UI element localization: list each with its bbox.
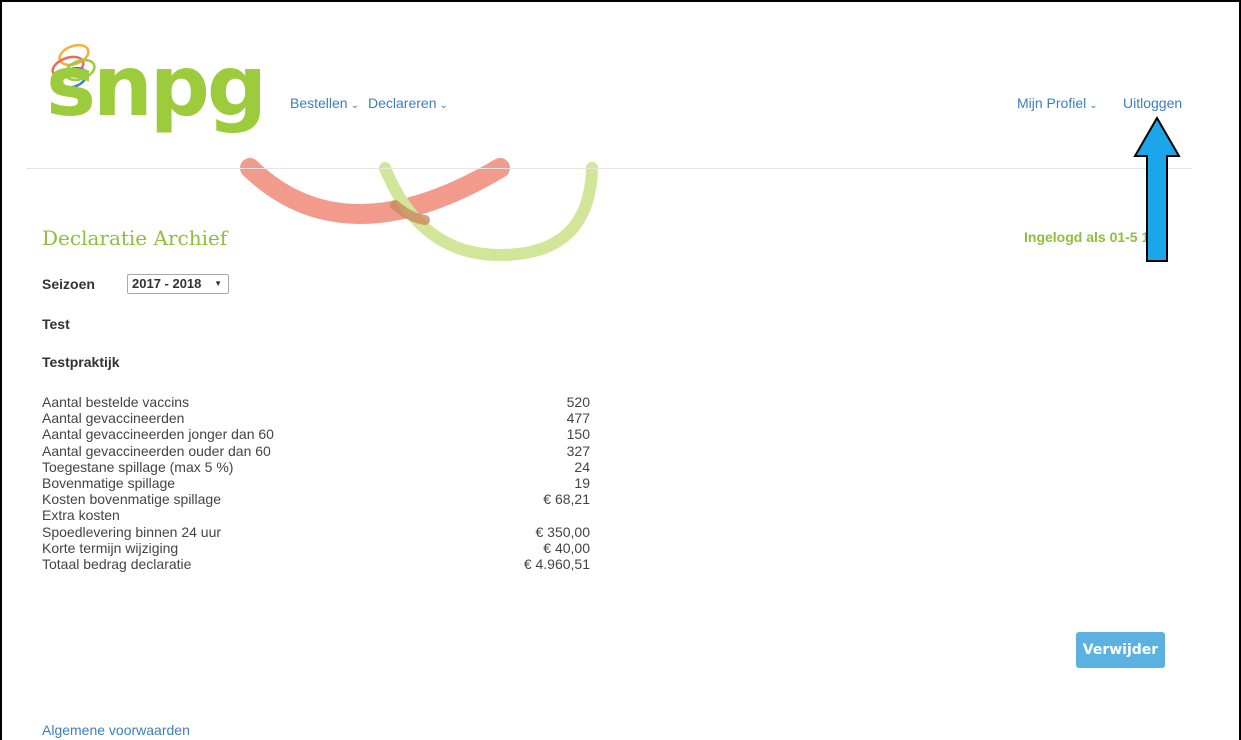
summary-row-label: Aantal gevaccineerden — [42, 410, 185, 427]
summary-row-label: Spoedlevering binnen 24 uur — [42, 523, 222, 540]
practice-name: Testpraktijk — [42, 354, 120, 370]
page-title: Declaratie Archief — [42, 226, 228, 250]
summary-row: Aantal gevaccineerden ouder dan 60 327 — [42, 443, 590, 459]
summary-row-value: € 4.960,51 — [523, 555, 590, 572]
nav-menu-declareren[interactable]: Declareren ⌄ — [368, 95, 448, 111]
summary-row: Toegestane spillage (max 5 %) 24 — [42, 459, 590, 475]
summary-row: Totaal bedrag declaratie € 4.960,51 — [42, 556, 590, 572]
annotation-arrow-icon — [1133, 116, 1181, 262]
nav-menu-bestellen[interactable]: Bestellen ⌄ — [290, 95, 359, 111]
summary-row: Extra kosten — [42, 507, 590, 523]
organization-name: Test — [42, 316, 70, 332]
summary-row: Aantal bestelde vaccins 520 — [42, 394, 590, 410]
summary-row-value: € 40,00 — [543, 539, 590, 556]
season-select-value: 2017 - 2018 — [132, 276, 202, 291]
nav-menu-declareren-label: Declareren — [368, 95, 437, 111]
declaration-summary: Aantal bestelde vaccins 520 Aantal gevacc… — [42, 394, 590, 572]
snpg-logo-text[interactable]: snpg — [46, 44, 267, 128]
summary-row-label: Extra kosten — [42, 507, 120, 524]
logout-link[interactable]: Uitloggen — [1123, 95, 1182, 111]
nav-menu-mijn-profiel[interactable]: Mijn Profiel ⌄ — [1017, 95, 1098, 111]
summary-row-label: Korte termijn wijziging — [42, 539, 179, 556]
chevron-down-icon: ⌄ — [439, 100, 448, 111]
summary-row-label: Aantal gevaccineerden ouder dan 60 — [42, 442, 271, 459]
nav-menu-mijn-profiel-label: Mijn Profiel — [1017, 95, 1087, 111]
summary-row: Bovenmatige spillage 19 — [42, 475, 590, 491]
summary-row-value: 24 — [574, 458, 590, 475]
header-divider — [26, 168, 1192, 169]
summary-row-value: 327 — [566, 442, 590, 459]
summary-row-value: 150 — [566, 426, 590, 443]
window-border-top — [0, 0, 1241, 2]
summary-row-label: Aantal gevaccineerden jonger dan 60 — [42, 426, 274, 443]
summary-row: Aantal gevaccineerden jonger dan 60 150 — [42, 426, 590, 442]
summary-row-label: Bovenmatige spillage — [42, 474, 176, 491]
summary-row-value: 477 — [566, 410, 590, 427]
summary-row-value: € 350,00 — [535, 523, 591, 540]
terms-link[interactable]: Algemene voorwaarden — [42, 722, 190, 738]
season-label: Seizoen — [42, 276, 95, 292]
summary-row-value: 19 — [574, 474, 590, 491]
summary-row: Korte termijn wijziging € 40,00 — [42, 540, 590, 556]
summary-row: Aantal gevaccineerden 477 — [42, 410, 590, 426]
summary-row-value: 520 — [566, 394, 590, 410]
delete-button[interactable]: Verwijder — [1076, 632, 1165, 668]
window-border-left — [0, 0, 2, 740]
summary-row: Kosten bovenmatige spillage € 68,21 — [42, 491, 590, 507]
chevron-down-icon: ⌄ — [350, 100, 359, 111]
chevron-down-icon: ⌄ — [1089, 100, 1098, 111]
dropdown-arrow-icon: ▼ — [214, 279, 222, 288]
nav-menu-bestellen-label: Bestellen — [290, 95, 348, 111]
summary-row-label: Totaal bedrag declaratie — [42, 555, 192, 572]
summary-row-label: Aantal bestelde vaccins — [42, 394, 190, 410]
season-select[interactable]: 2017 - 2018 ▼ — [127, 274, 229, 294]
summary-row-label: Toegestane spillage (max 5 %) — [42, 458, 234, 475]
summary-row: Spoedlevering binnen 24 uur € 350,00 — [42, 524, 590, 540]
summary-row-label: Kosten bovenmatige spillage — [42, 491, 222, 508]
summary-row-value: € 68,21 — [543, 491, 590, 508]
